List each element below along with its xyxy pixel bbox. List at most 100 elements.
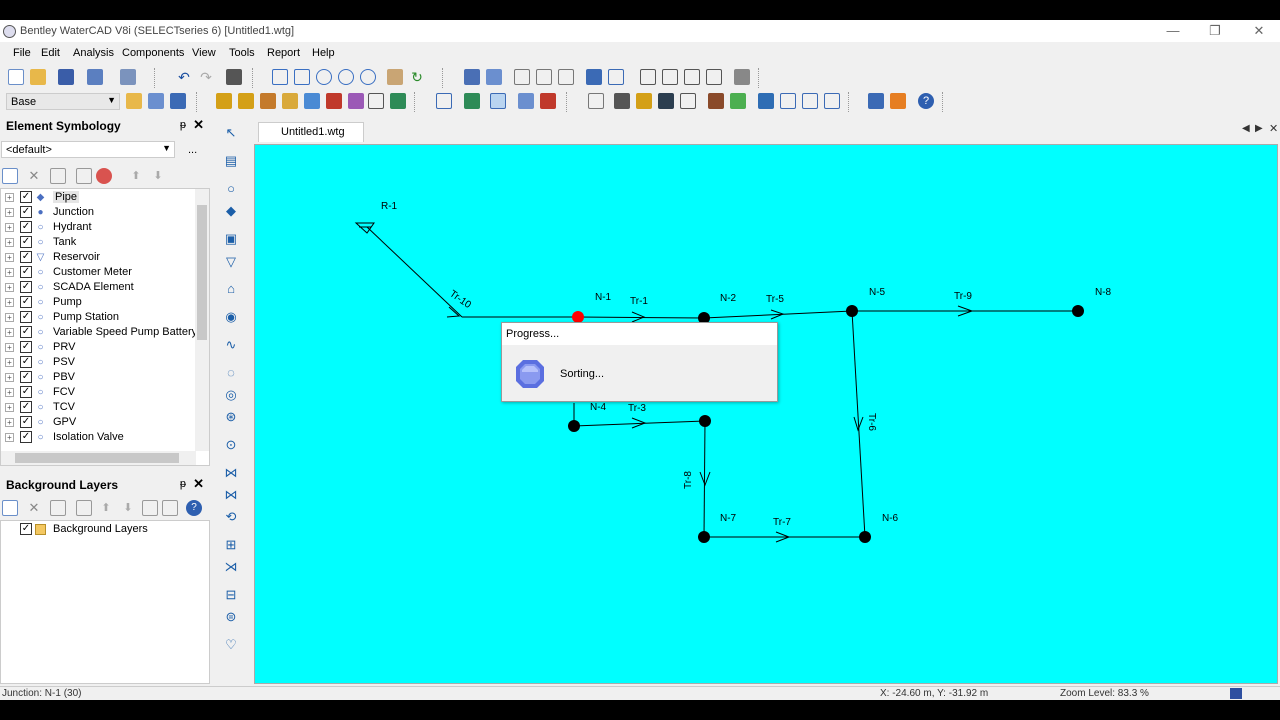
- validate-icon[interactable]: [238, 93, 254, 109]
- pbv-tool-icon[interactable]: ⟲: [223, 509, 239, 525]
- symbology-item[interactable]: + ✓ ○ Variable Speed Pump Battery: [1, 325, 197, 340]
- checkbox[interactable]: ✓: [20, 191, 32, 203]
- turbine-tool-icon[interactable]: ⊙: [223, 437, 239, 453]
- select-all-icon[interactable]: [558, 69, 574, 85]
- menu-edit[interactable]: Edit: [41, 47, 60, 59]
- symbology-filter-combo[interactable]: <default> ▼: [1, 141, 175, 158]
- zoom-in-icon[interactable]: [316, 69, 332, 85]
- scroll-thumb[interactable]: [197, 205, 207, 340]
- toolbar-grip[interactable]: [442, 68, 448, 88]
- scenario-combo[interactable]: Base ▼: [6, 93, 120, 110]
- layout-icon[interactable]: [486, 69, 502, 85]
- menu-view[interactable]: View: [192, 47, 216, 59]
- loadbuilder-icon[interactable]: [708, 93, 724, 109]
- user-notification-icon[interactable]: [368, 93, 384, 109]
- checkbox[interactable]: ✓: [20, 431, 32, 443]
- rename-icon[interactable]: [50, 168, 66, 184]
- checkbox[interactable]: ✓: [20, 371, 32, 383]
- flextables-icon[interactable]: [640, 69, 656, 85]
- engineering-libraries-icon[interactable]: [614, 93, 630, 109]
- expand-icon[interactable]: +: [5, 373, 14, 382]
- expand-icon[interactable]: +: [5, 253, 14, 262]
- toolbar-grip[interactable]: [566, 92, 572, 112]
- junction-tool-icon[interactable]: ◆: [223, 203, 239, 219]
- symbology-item[interactable]: + ✓ ○ Pump Station: [1, 310, 196, 325]
- vspb-tool-icon[interactable]: ⊛: [223, 409, 239, 425]
- toolbar-grip[interactable]: [942, 92, 948, 112]
- checkbox[interactable]: ✓: [20, 221, 32, 233]
- scada-tool-icon[interactable]: ◉: [223, 309, 239, 325]
- expand-icon[interactable]: +: [5, 298, 14, 307]
- toolbar-grip[interactable]: [848, 92, 854, 112]
- checkbox[interactable]: ✓: [20, 311, 32, 323]
- expand-icon[interactable]: +: [5, 223, 14, 232]
- network-navigator-icon[interactable]: [436, 93, 452, 109]
- contours-icon[interactable]: [706, 69, 722, 85]
- expand-icon[interactable]: +: [5, 283, 14, 292]
- expand-icon[interactable]: +: [5, 388, 14, 397]
- minimize-button[interactable]: —: [1158, 23, 1188, 39]
- find-icon[interactable]: [226, 69, 242, 85]
- connect-icon[interactable]: [868, 93, 884, 109]
- selection-sets-icon[interactable]: [540, 93, 556, 109]
- symbology-item[interactable]: + ✓ ◆ Pipe: [1, 190, 196, 205]
- compute-icon[interactable]: [216, 93, 232, 109]
- horizontal-scrollbar[interactable]: [1, 451, 196, 465]
- tank-tool-icon[interactable]: ⌂: [223, 281, 239, 297]
- customer-meter-tool-icon[interactable]: ∿: [223, 337, 239, 353]
- menu-analysis[interactable]: Analysis: [73, 47, 114, 59]
- layer-properties-icon[interactable]: [162, 500, 178, 516]
- new-icon[interactable]: [8, 69, 24, 85]
- spot-elevation-tool-icon[interactable]: ♡: [223, 637, 239, 653]
- symbology-item[interactable]: + ✓ ○ Tank: [1, 235, 196, 250]
- pipe-tr-8[interactable]: [703, 420, 706, 538]
- edit-icon[interactable]: [76, 500, 92, 516]
- checkbox[interactable]: ✓: [20, 281, 32, 293]
- menu-tools[interactable]: Tools: [229, 47, 255, 59]
- junction-n-6[interactable]: [859, 531, 871, 543]
- symbology-item[interactable]: + ✓ ○ Customer Meter: [1, 265, 196, 280]
- symbology-item[interactable]: + ✓ ○ Hydrant: [1, 220, 196, 235]
- menu-report[interactable]: Report: [267, 47, 300, 59]
- symbology-item[interactable]: + ✓ ○ GPV: [1, 415, 196, 430]
- select-icon[interactable]: [514, 69, 530, 85]
- scenario-manager-icon[interactable]: [586, 69, 602, 85]
- tab-scroll-right-icon[interactable]: ▶: [1255, 123, 1263, 134]
- prototypes-icon[interactable]: [588, 93, 604, 109]
- menu-components[interactable]: Components: [122, 47, 184, 59]
- checkbox[interactable]: ✓: [20, 386, 32, 398]
- pump-station-tool-icon[interactable]: ◎: [223, 387, 239, 403]
- toolbar-grip[interactable]: [758, 68, 764, 88]
- profiles-icon[interactable]: [684, 69, 700, 85]
- hyperlinks-icon[interactable]: [636, 93, 652, 109]
- criticality-icon[interactable]: [780, 93, 796, 109]
- expand-icon[interactable]: +: [5, 268, 14, 277]
- symbology-item[interactable]: + ✓ ○ Isolation Valve: [1, 430, 196, 445]
- menu-help[interactable]: Help: [312, 47, 335, 59]
- scenario-run-icon[interactable]: [170, 93, 186, 109]
- print-preview-icon[interactable]: [87, 69, 103, 85]
- symbology-item[interactable]: + ✓ ○ PSV: [1, 355, 196, 370]
- calculation-options-icon[interactable]: [260, 93, 276, 109]
- checkbox[interactable]: ✓: [20, 206, 32, 218]
- tab-scroll-left-icon[interactable]: ◀: [1242, 123, 1250, 134]
- rss-feed-icon[interactable]: [890, 93, 906, 109]
- tab-untitled1[interactable]: Untitled1.wtg: [258, 122, 364, 142]
- pipe-tool-icon[interactable]: ○: [223, 181, 239, 197]
- reservoir-tool-icon[interactable]: ▽: [223, 254, 239, 270]
- toolbar-grip[interactable]: [252, 68, 258, 88]
- junction-n-7[interactable]: [698, 531, 710, 543]
- fcv-tool-icon[interactable]: ⊞: [223, 537, 239, 553]
- expand-icon[interactable]: +: [5, 313, 14, 322]
- checkbox[interactable]: ✓: [20, 236, 32, 248]
- toolbar-grip[interactable]: [196, 92, 202, 112]
- pipe-tr-6[interactable]: [851, 310, 866, 538]
- expand-icon[interactable]: +: [5, 238, 14, 247]
- expand-icon[interactable]: +: [5, 193, 14, 202]
- symbology-item[interactable]: + ✓ ○ TCV: [1, 400, 196, 415]
- scroll-thumb[interactable]: [15, 453, 179, 463]
- symbology-item[interactable]: + ✓ ○ FCV: [1, 385, 196, 400]
- scenario-folder-icon[interactable]: [126, 93, 142, 109]
- symbology-item[interactable]: + ✓ ○ SCADA Element: [1, 280, 196, 295]
- checkbox[interactable]: ✓: [20, 326, 32, 338]
